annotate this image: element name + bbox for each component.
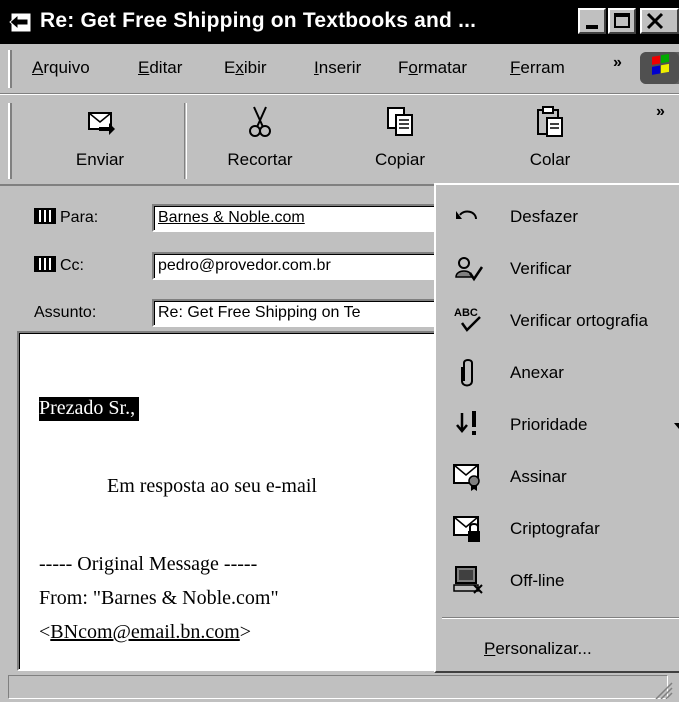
- menu-bar: Arquivo Editar Exibir Inserir Formatar F…: [0, 44, 679, 94]
- customize-label: Personalizar...: [484, 639, 592, 658]
- menu-arquivo[interactable]: Arquivo: [32, 58, 90, 78]
- menu-customize[interactable]: Personalizar...: [436, 627, 679, 669]
- minimize-icon: [586, 25, 598, 29]
- copy-label: Copiar: [374, 150, 426, 169]
- menu-formatar[interactable]: Formatar: [398, 58, 467, 78]
- maximize-icon: [614, 13, 630, 28]
- menu-undo[interactable]: Desfazer: [436, 191, 679, 243]
- menu-priority[interactable]: Prioridade: [436, 399, 679, 451]
- email-link[interactable]: BNcom@email.bn.com: [50, 621, 240, 643]
- status-pane: [8, 675, 668, 699]
- paste-icon: [537, 106, 563, 137]
- subject-field[interactable]: Re: Get Free Shipping on Te: [152, 299, 442, 327]
- resize-grip-icon[interactable]: [652, 679, 674, 699]
- to-field[interactable]: Barnes & Noble.com: [152, 204, 442, 232]
- submenu-arrow-icon: [674, 423, 679, 429]
- address-book-icon: [34, 208, 56, 224]
- status-bar: [0, 671, 679, 702]
- maximize-button[interactable]: [608, 8, 636, 34]
- paste-button[interactable]: Colar: [490, 95, 610, 183]
- priority-icon: [456, 411, 476, 435]
- greeting-line: Prezado Sr.,: [39, 397, 140, 421]
- send-label: Enviar: [75, 150, 125, 169]
- subject-value: Re: Get Free Shipping on Te: [158, 304, 361, 321]
- toolbar-separator: [184, 103, 187, 179]
- menu-separator: [442, 617, 679, 619]
- menu-sign[interactable]: Assinar: [436, 451, 679, 503]
- toolbar-grip[interactable]: [8, 103, 12, 179]
- sign-icon: [453, 464, 480, 491]
- svg-text:ABC: ABC: [454, 307, 478, 319]
- selected-greeting: Prezado Sr.,: [39, 397, 140, 421]
- from-line: From: "Barnes & Noble.com": [39, 587, 279, 609]
- cut-label: Recortar: [227, 150, 293, 169]
- menu-exibir[interactable]: Exibir: [224, 58, 267, 78]
- paperclip-icon: [461, 359, 473, 387]
- body-line-1: Em resposta ao seu e-mail: [107, 475, 317, 497]
- subject-label: Assunto:: [34, 304, 97, 321]
- toolbar-overflow-chevron[interactable]: »: [656, 103, 665, 121]
- email-line: <BNcom@email.bn.com>: [39, 621, 252, 643]
- send-button[interactable]: Enviar: [40, 95, 160, 183]
- toolbar-overflow-menu: Desfazer Verificar ABC Verificar ortogra…: [434, 183, 679, 673]
- copy-button[interactable]: Copiar: [340, 95, 460, 183]
- email-window: Re: Get Free Shipping on Textbooks and .…: [0, 0, 679, 702]
- window-title: Re: Get Free Shipping on Textbooks and .…: [40, 9, 477, 32]
- send-icon: [88, 112, 115, 135]
- to-label[interactable]: Para:: [34, 208, 98, 227]
- menu-editar[interactable]: Editar: [138, 58, 182, 78]
- menu-ferramentas[interactable]: Ferram: [510, 58, 565, 78]
- to-recipient[interactable]: Barnes & Noble.com: [158, 209, 305, 226]
- menu-attach[interactable]: Anexar: [436, 347, 679, 399]
- windows-logo-icon: [640, 52, 679, 84]
- menu-spellcheck[interactable]: ABC Verificar ortografia: [436, 295, 679, 347]
- minimize-button[interactable]: [578, 8, 606, 34]
- cc-value: pedro@provedor.com.br: [158, 257, 331, 274]
- close-icon: [646, 12, 664, 30]
- copy-icon: [387, 107, 413, 136]
- undo-icon: [456, 210, 477, 220]
- menubar-grip[interactable]: [8, 50, 12, 88]
- paste-label: Colar: [529, 150, 571, 169]
- menu-check-names[interactable]: Verificar: [436, 243, 679, 295]
- scissors-icon: [249, 106, 271, 137]
- menu-inserir[interactable]: Inserir: [314, 58, 361, 78]
- cc-label[interactable]: Cc:: [34, 256, 84, 275]
- address-book-icon: [34, 256, 56, 272]
- close-button[interactable]: [640, 8, 679, 34]
- title-bar[interactable]: Re: Get Free Shipping on Textbooks and .…: [0, 0, 679, 44]
- spellcheck-icon: ABC: [454, 307, 481, 332]
- menu-offline[interactable]: Off-line: [436, 555, 679, 607]
- cc-field[interactable]: pedro@provedor.com.br: [152, 252, 442, 280]
- original-message-separator: ----- Original Message -----: [39, 553, 258, 575]
- reply-message-icon: [9, 13, 31, 32]
- offline-icon: [453, 566, 483, 594]
- menu-encrypt[interactable]: Criptografar: [436, 503, 679, 555]
- check-names-icon: [455, 257, 484, 282]
- menubar-overflow-chevron[interactable]: »: [613, 54, 622, 72]
- toolbar: Enviar Recortar Copiar Colar »: [0, 94, 679, 186]
- cut-button[interactable]: Recortar: [200, 95, 320, 183]
- encrypt-icon: [453, 516, 480, 542]
